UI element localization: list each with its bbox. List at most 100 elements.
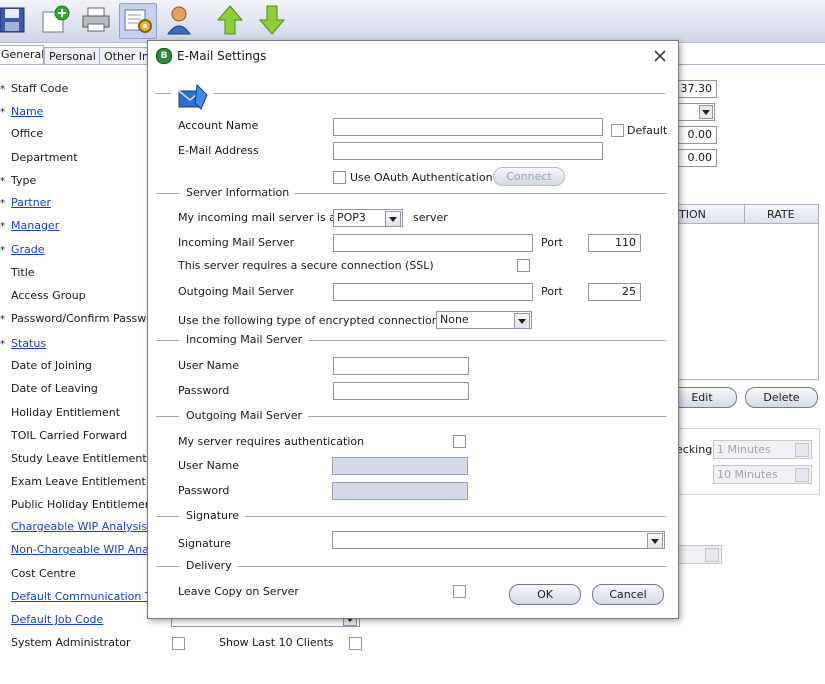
show-last-clients-checkbox[interactable] — [349, 637, 362, 650]
ssl-checkbox[interactable] — [517, 259, 530, 272]
link-default-communication[interactable]: Default Communication Typ — [11, 590, 163, 603]
delivery-section: Delivery — [156, 559, 666, 573]
requires-auth-label: My server requires authentication — [178, 435, 365, 448]
oauth-checkbox[interactable] — [333, 171, 346, 184]
checking-label: ecking — [676, 443, 713, 456]
signature-section-heading: Signature — [179, 509, 246, 522]
rates-table-header: TION RATE — [675, 205, 818, 224]
email-address-label: E-Mail Address — [178, 144, 259, 157]
link-name[interactable]: Name — [11, 105, 43, 118]
rates-table: TION RATE — [674, 204, 819, 380]
link-grade[interactable]: Grade — [11, 243, 45, 256]
user-button[interactable] — [161, 3, 197, 37]
chevron-down-icon — [647, 533, 663, 549]
dialog-titlebar: B E-Mail Settings — [148, 41, 678, 71]
value-field-3[interactable]: 0.00 — [674, 149, 717, 167]
outgoing-server-input[interactable] — [333, 283, 533, 301]
signature-label: Signature — [178, 537, 232, 550]
outgoing-username-label: User Name — [178, 459, 240, 472]
required-marker: * — [0, 245, 5, 256]
incoming-section: Incoming Mail Server — [156, 333, 666, 347]
link-non-chargeable-wip[interactable]: Non-Chargeable WIP Analys — [11, 543, 164, 556]
incoming-server-input[interactable] — [333, 234, 533, 252]
outgoing-section: Outgoing Mail Server — [156, 409, 666, 423]
oauth-label: Use OAuth Authentication — [350, 171, 493, 184]
chevron-down-icon — [514, 313, 530, 329]
label-access-group: Access Group — [11, 289, 86, 302]
connect-button[interactable]: Connect — [493, 167, 565, 186]
encryption-label: Use the following type of encrypted conn… — [178, 314, 439, 327]
leave-copy-label: Leave Copy on Server — [178, 585, 299, 598]
delete-button[interactable]: Delete — [745, 387, 818, 408]
close-button[interactable] — [648, 45, 672, 67]
incoming-username-input[interactable] — [333, 357, 469, 375]
check-interval-combo-1[interactable]: 1 Minutes — [713, 440, 812, 459]
link-status[interactable]: Status — [11, 337, 46, 350]
tab-personal[interactable]: Personal — [44, 47, 102, 65]
tab-general[interactable]: General — [0, 45, 44, 65]
value-field-2[interactable]: 0.00 — [674, 126, 717, 144]
incoming-username-label: User Name — [178, 359, 240, 372]
disabled-combo-right[interactable] — [677, 545, 722, 564]
ssl-label: This server requires a secure connection… — [178, 259, 434, 272]
label-title: Title — [11, 266, 35, 279]
default-label: Default — [627, 124, 668, 137]
incoming-port-input[interactable]: 110 — [588, 234, 641, 252]
check-interval-value-2: 10 Minutes — [717, 468, 778, 481]
link-chargeable-wip[interactable]: Chargeable WIP Analysis — [11, 520, 147, 533]
incoming-password-label: Password — [178, 384, 230, 397]
column-header-tion[interactable]: TION — [679, 208, 706, 221]
move-down-button[interactable] — [254, 3, 290, 37]
required-marker: * — [0, 314, 5, 325]
cancel-button[interactable]: Cancel — [592, 584, 664, 605]
value-field-1[interactable]: 37.30 — [674, 80, 717, 98]
close-icon — [654, 50, 666, 62]
new-document-button[interactable] — [38, 3, 74, 37]
encryption-value: None — [440, 313, 469, 326]
label-study-leave: Study Leave Entitlement — [11, 452, 147, 465]
label-type: Type — [11, 174, 37, 187]
label-date-of-leaving: Date of Leaving — [11, 382, 98, 395]
save-icon — [0, 7, 25, 33]
leave-copy-checkbox[interactable] — [453, 585, 466, 598]
label-cost-centre: Cost Centre — [11, 567, 76, 580]
outgoing-password-label: Password — [178, 484, 230, 497]
app-icon: B — [156, 48, 172, 64]
link-default-job-code[interactable]: Default Job Code — [11, 613, 103, 626]
outgoing-port-input[interactable]: 25 — [588, 283, 641, 301]
email-address-input[interactable] — [333, 142, 603, 160]
incoming-type-select[interactable]: POP3 — [333, 209, 403, 227]
incoming-port-label: Port — [541, 236, 563, 249]
right-combo[interactable] — [674, 103, 715, 121]
print-button[interactable] — [78, 3, 114, 37]
outgoing-password-input[interactable] — [332, 482, 468, 500]
outgoing-section-heading: Outgoing Mail Server — [179, 409, 309, 422]
signature-select[interactable] — [332, 531, 665, 549]
account-name-label: Account Name — [178, 119, 259, 132]
column-header-rate[interactable]: RATE — [767, 208, 795, 221]
signature-section: Signature — [156, 509, 666, 523]
move-up-button[interactable] — [212, 3, 248, 37]
account-name-input[interactable] — [333, 118, 603, 136]
settings-button[interactable] — [119, 3, 157, 39]
save-button[interactable] — [0, 3, 30, 37]
server-word: server — [413, 211, 448, 224]
required-marker: * — [0, 176, 5, 187]
ok-button[interactable]: OK — [509, 584, 581, 605]
link-partner[interactable]: Partner — [11, 196, 51, 209]
incoming-password-input[interactable] — [333, 382, 469, 400]
system-administrator-checkbox[interactable] — [172, 637, 185, 650]
encryption-select[interactable]: None — [436, 311, 532, 329]
required-marker: * — [0, 198, 5, 209]
link-manager[interactable]: Manager — [11, 219, 59, 232]
check-interval-value-1: 1 Minutes — [717, 443, 771, 456]
default-checkbox[interactable] — [611, 124, 624, 137]
requires-auth-checkbox[interactable] — [453, 435, 466, 448]
mail-settings-icon — [178, 83, 208, 110]
check-interval-combo-2[interactable]: 10 Minutes — [713, 465, 812, 484]
required-marker: * — [0, 107, 5, 118]
label-staff-code: Staff Code — [11, 82, 69, 95]
outgoing-port-label: Port — [541, 285, 563, 298]
delivery-section-heading: Delivery — [179, 559, 238, 572]
outgoing-username-input[interactable] — [332, 457, 468, 475]
